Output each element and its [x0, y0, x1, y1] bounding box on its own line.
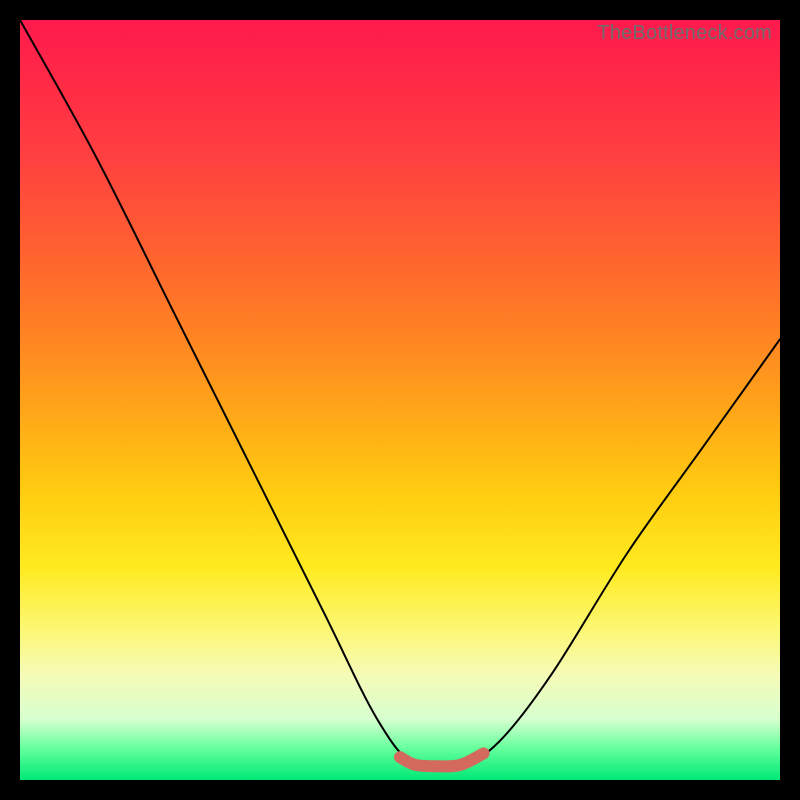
- chart-frame: TheBottleneck.com: [0, 0, 800, 800]
- plot-area: TheBottleneck.com: [20, 20, 780, 780]
- watermark-text: TheBottleneck.com: [597, 22, 772, 45]
- bottleneck-curve: [20, 20, 780, 769]
- optimal-range-highlight: [400, 753, 484, 766]
- curve-layer: [20, 20, 780, 780]
